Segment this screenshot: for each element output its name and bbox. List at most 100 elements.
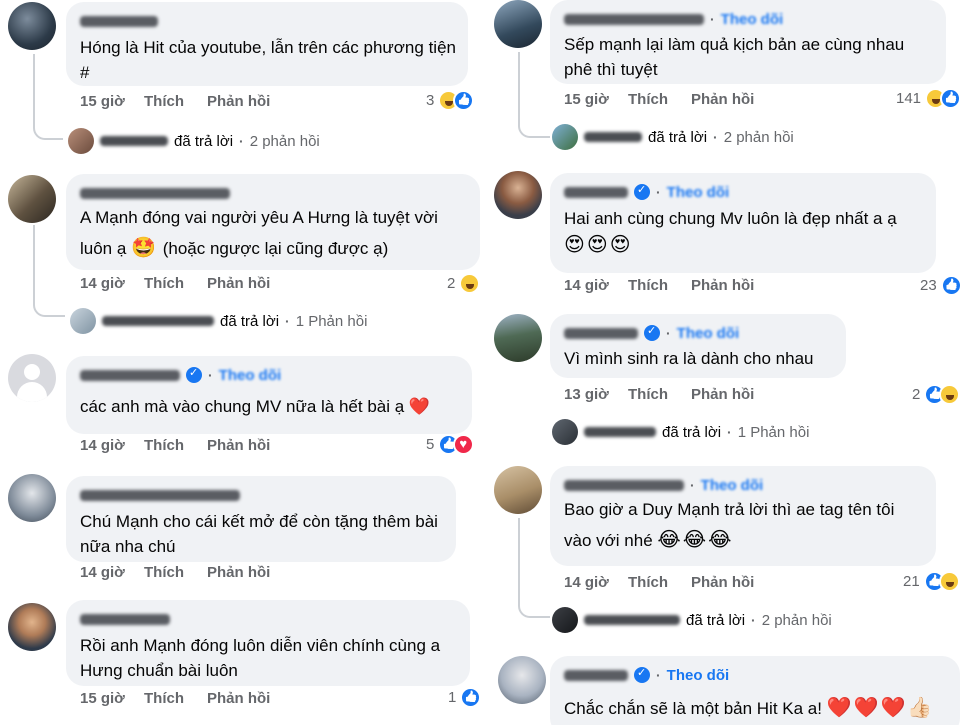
- reply-count: 1 Phản hồi: [737, 423, 810, 441]
- commenter-name[interactable]: · Theo dõi: [564, 475, 922, 495]
- comment-text: Hai anh cùng chung Mv luôn là đẹp nhất a…: [564, 209, 897, 228]
- like-button[interactable]: Thích: [628, 277, 691, 294]
- comment-time[interactable]: 14 giờ: [564, 277, 628, 294]
- reply-button[interactable]: Phản hồi: [691, 277, 754, 294]
- like-button[interactable]: Thích: [144, 564, 207, 581]
- reply-button[interactable]: Phản hồi: [207, 437, 270, 454]
- avatar[interactable]: [8, 474, 56, 522]
- reaction-count: 5: [426, 436, 435, 453]
- avatar[interactable]: [494, 171, 542, 219]
- love-reaction-icon: [453, 434, 475, 455]
- verified-badge-icon: [634, 183, 650, 200]
- comment-text: Hóng là Hit của youtube, lẫn trên các ph…: [80, 38, 456, 82]
- commenter-name[interactable]: · Theo dõi: [564, 182, 922, 202]
- follow-link[interactable]: Theo dõi: [667, 667, 730, 684]
- like-button[interactable]: Thích: [628, 91, 691, 108]
- comment: · Theo dõi Sếp mạnh lại làm quả kịch bản…: [484, 0, 969, 160]
- avatar[interactable]: [494, 466, 542, 514]
- comment-text: các anh mà vào chung MV nữa là hết bài ạ…: [80, 394, 458, 419]
- comment: A Mạnh đóng vai người yêu A Hưng là tuyệ…: [0, 165, 484, 335]
- commenter-name[interactable]: · Theo dõi: [80, 365, 458, 385]
- comment-bubble: · Theo dõi Chắc chắn sẽ là một bản Hit K…: [550, 656, 960, 725]
- follow-link[interactable]: Theo dõi: [701, 477, 764, 494]
- comment-actions: 14 giờ Thích Phản hồi: [564, 277, 754, 294]
- avatar[interactable]: [8, 175, 56, 223]
- reaction-summary[interactable]: 23: [920, 275, 962, 296]
- replies-summary[interactable]: đã trả lời · 2 phản hồi: [552, 607, 832, 633]
- avatar[interactable]: [8, 603, 56, 651]
- reaction-summary[interactable]: 1: [448, 687, 482, 708]
- reaction-count: 3: [426, 92, 435, 109]
- separator-dot: ·: [690, 477, 695, 493]
- default-avatar-icon[interactable]: [8, 354, 56, 402]
- reply-author-name: [584, 132, 642, 142]
- commenter-name[interactable]: [80, 183, 466, 203]
- left-comment-column: Hóng là Hit của youtube, lẫn trên các ph…: [0, 0, 484, 725]
- replies-summary[interactable]: đã trả lời · 1 Phản hồi: [70, 308, 367, 334]
- comment-actions: 15 giờ Thích Phản hồi: [564, 91, 754, 108]
- comment-actions: 14 giờ Thích Phản hồi: [564, 574, 754, 591]
- comment-bubble: · Theo dõi Vì mình sinh ra là dành cho n…: [550, 314, 846, 378]
- comment-time[interactable]: 15 giờ: [564, 91, 628, 108]
- comment-time[interactable]: 15 giờ: [80, 690, 144, 707]
- replied-label: đã trả lời: [220, 312, 280, 330]
- commenter-name[interactable]: [80, 485, 442, 505]
- comment: · Theo dõi các anh mà vào chung MV nữa l…: [0, 350, 484, 460]
- avatar[interactable]: [494, 314, 542, 362]
- commenter-name[interactable]: · Theo dõi: [564, 323, 832, 343]
- comment-actions: 13 giờ Thích Phản hồi: [564, 386, 754, 403]
- follow-link[interactable]: Theo dõi: [219, 367, 282, 384]
- like-button[interactable]: Thích: [628, 386, 691, 403]
- reaction-summary[interactable]: 3: [426, 90, 475, 111]
- comment-time[interactable]: 14 giờ: [80, 564, 144, 581]
- comment-text-line: các anh mà vào chung MV nữa là hết bài ạ: [80, 397, 405, 416]
- replies-summary[interactable]: đã trả lời · 2 phản hồi: [552, 124, 794, 150]
- follow-link[interactable]: Theo dõi: [677, 325, 740, 342]
- comment: Rồi anh Mạnh đóng luôn diễn viên chính c…: [0, 597, 484, 722]
- reply-button[interactable]: Phản hồi: [207, 690, 270, 707]
- reply-button[interactable]: Phản hồi: [207, 564, 270, 581]
- like-button[interactable]: Thích: [628, 574, 691, 591]
- replied-label: đã trả lời: [662, 423, 722, 441]
- like-reaction-icon: [940, 88, 962, 109]
- reaction-summary[interactable]: 2: [447, 273, 481, 294]
- comment-time[interactable]: 14 giờ: [80, 275, 144, 292]
- comment-bubble: · Theo dõi các anh mà vào chung MV nữa l…: [66, 356, 472, 434]
- right-comment-column: · Theo dõi Sếp mạnh lại làm quả kịch bản…: [484, 0, 969, 725]
- replied-label: đã trả lời: [686, 611, 746, 629]
- commenter-name[interactable]: · Theo dõi: [564, 665, 946, 685]
- separator-dot: ·: [710, 11, 715, 27]
- avatar[interactable]: [8, 2, 56, 50]
- comment-time[interactable]: 14 giờ: [564, 574, 628, 591]
- follow-link[interactable]: Theo dõi: [721, 11, 784, 28]
- reaction-summary[interactable]: 141: [896, 88, 962, 109]
- commenter-name[interactable]: · Theo dõi: [564, 9, 932, 29]
- hearts-and-thumbs-up-emoji: ❤️❤️❤️👍🏻: [826, 697, 935, 719]
- reply-button[interactable]: Phản hồi: [691, 386, 754, 403]
- separator-dot: ·: [713, 129, 718, 145]
- comment-time[interactable]: 14 giờ: [80, 437, 144, 454]
- commenter-name[interactable]: [80, 11, 454, 31]
- comment-time[interactable]: 15 giờ: [80, 93, 144, 110]
- like-button[interactable]: Thích: [144, 93, 207, 110]
- avatar[interactable]: [498, 656, 546, 704]
- reply-button[interactable]: Phản hồi: [691, 91, 754, 108]
- reaction-summary[interactable]: 5: [426, 434, 475, 455]
- like-button[interactable]: Thích: [144, 275, 207, 292]
- comment-time[interactable]: 13 giờ: [564, 386, 628, 403]
- follow-link[interactable]: Theo dõi: [667, 184, 730, 201]
- reaction-summary[interactable]: 21: [903, 571, 960, 592]
- reply-button[interactable]: Phản hồi: [207, 275, 270, 292]
- comment: Hóng là Hit của youtube, lẫn trên các ph…: [0, 0, 484, 155]
- replies-summary[interactable]: đã trả lời · 2 phản hồi: [68, 128, 320, 154]
- replies-summary[interactable]: đã trả lời · 1 Phản hồi: [552, 419, 809, 445]
- commenter-name[interactable]: [80, 609, 456, 629]
- reply-button[interactable]: Phản hồi: [207, 93, 270, 110]
- reply-button[interactable]: Phản hồi: [691, 574, 754, 591]
- like-button[interactable]: Thích: [144, 437, 207, 454]
- like-reaction-icon: [453, 90, 475, 111]
- tears-of-joy-emoji: 😂😂😂: [657, 529, 734, 551]
- avatar[interactable]: [494, 0, 542, 48]
- like-button[interactable]: Thích: [144, 690, 207, 707]
- reaction-summary[interactable]: 2: [912, 384, 961, 405]
